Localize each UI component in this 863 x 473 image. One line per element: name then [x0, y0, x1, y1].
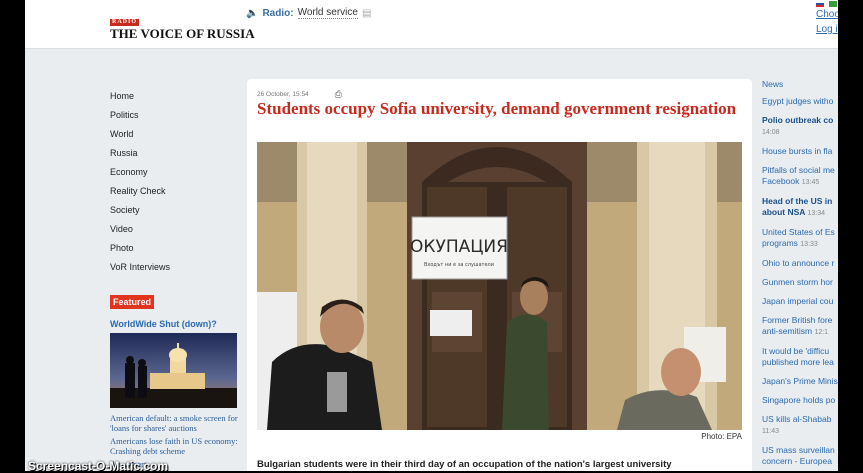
news-item-title: Former British fore [762, 315, 833, 325]
news-item-title-cont: Facebook 13:45 [762, 176, 838, 188]
occupation-sign-subtext: Входът ни е за слушатели [424, 262, 494, 268]
featured-badge: Featured [110, 295, 155, 309]
news-item[interactable]: Head of the US in about NSA 13:34 [762, 196, 838, 219]
language-flags [816, 1, 838, 7]
news-item[interactable]: Gunmen storm hor [762, 277, 838, 288]
logo-title: THE VOICE OF RUSSIA [110, 26, 255, 41]
featured-title-link[interactable]: WorldWide Shut (down)? [110, 319, 217, 329]
news-item-title-cont: programs 13:33 [762, 238, 838, 250]
nav-item-society[interactable]: Society [110, 205, 170, 224]
browser-viewport: RADIO THE VOICE OF RUSSIA 🔈 Radio: World… [25, 0, 838, 471]
news-header[interactable]: News [762, 79, 838, 90]
news-item-title-cont: concern - Europea [762, 456, 838, 467]
news-item-title: US mass surveillan [762, 445, 835, 455]
article-panel: 26 October, 15:54 ⎙ Students occupy Sofi… [247, 79, 752, 471]
news-item[interactable]: US mass surveillan concern - Europea [762, 445, 838, 467]
article-photo: ОКУПАЦИЯ Входът ни е за слушатели [257, 142, 742, 430]
featured-link[interactable]: American default: a smoke screen for 'lo… [110, 413, 240, 433]
news-item-title: It would be 'difficu [762, 346, 830, 356]
news-item-title: Singapore holds po [762, 395, 836, 405]
news-item-title: Ohio to announce r [762, 258, 835, 268]
news-item-title: House bursts in fla [762, 146, 833, 156]
news-item-title-line2: about NSA [762, 207, 806, 217]
news-item[interactable]: House bursts in fla [762, 146, 838, 157]
news-sidebar: News Egypt judges witho Polio outbreak co… [762, 79, 838, 471]
news-item-title-cont: about NSA 13:34 [762, 207, 838, 219]
news-item-title-line2: programs [762, 238, 798, 248]
news-item-title: Egypt judges witho [762, 96, 834, 106]
logo-radio-tag: RADIO [110, 19, 140, 26]
nav-item-world[interactable]: World [110, 129, 170, 148]
article-headline: Students occupy Sofia university, demand… [257, 99, 737, 118]
occupation-sign-text: ОКУПАЦИЯ [410, 237, 508, 257]
news-item[interactable]: Japan imperial cou [762, 296, 838, 307]
radio-label: Radio: [262, 7, 294, 19]
russian-flag-icon[interactable] [816, 1, 824, 7]
news-item-title-line2: published more lea [762, 357, 834, 367]
main-navigation: Home Politics World Russia Economy Reali… [110, 91, 170, 281]
nav-item-economy[interactable]: Economy [110, 167, 170, 186]
news-item-title-line2: concern - Europea [762, 456, 832, 466]
news-item[interactable]: Former British fore anti-semitism 12:1 [762, 315, 838, 338]
nav-item-politics[interactable]: Politics [110, 110, 170, 129]
news-item-title: Head of the US in [762, 196, 833, 206]
article-lede: Bulgarian students were in their third d… [257, 459, 672, 470]
news-item[interactable]: Polio outbreak co 14:08 [762, 115, 838, 138]
news-item-time: 13:33 [800, 241, 818, 248]
news-item[interactable]: US kills al-Shabab 11:43 [762, 414, 838, 437]
news-item-title: Polio outbreak co [762, 115, 834, 125]
news-item[interactable]: Japan's Prime Minis [762, 376, 838, 387]
choose-language-link[interactable]: Choo [816, 9, 838, 20]
green-flag-icon[interactable] [829, 1, 837, 7]
news-item-title: Gunmen storm hor [762, 277, 833, 287]
speaker-icon[interactable]: 🔈 [246, 8, 258, 19]
header-tools: Choo Log i [816, 0, 838, 35]
news-item[interactable]: Egypt judges witho [762, 96, 838, 107]
popup-icon[interactable]: ▤ [362, 8, 371, 19]
capitol-night-image [110, 333, 237, 408]
news-item-time: 13:34 [807, 210, 826, 217]
news-item-time: 13:45 [801, 179, 820, 186]
article-date: 26 October, 15:54 [257, 91, 309, 98]
news-list: Egypt judges witho Polio outbreak co 14:08… [762, 96, 838, 467]
nav-item-reality-check[interactable]: Reality Check [110, 186, 170, 205]
nav-item-photo[interactable]: Photo [110, 243, 170, 262]
site-header: RADIO THE VOICE OF RUSSIA 🔈 Radio: World… [25, 0, 838, 49]
nav-item-home[interactable]: Home [110, 91, 170, 110]
news-item-title-line2: anti-semitism [762, 326, 813, 336]
news-item-time: 11:43 [762, 428, 779, 435]
news-item[interactable]: United States of Es programs 13:33 [762, 227, 838, 250]
news-item-time: 14:08 [762, 129, 780, 136]
news-item-time: 12:1 [814, 329, 829, 336]
news-item-title: Pitfalls of social me [762, 165, 835, 175]
news-item-title: US kills al-Shabab [762, 414, 832, 424]
news-item-title-cont: anti-semitism 12:1 [762, 326, 838, 338]
news-item[interactable]: It would be 'difficu published more lea [762, 346, 838, 368]
photo-caption: Photo: EPA [701, 432, 742, 441]
university-occupation-image: ОКУПАЦИЯ Входът ни е за слушатели [257, 142, 742, 430]
featured-thumbnail[interactable] [110, 333, 237, 408]
news-item-title: Japan's Prime Minis [762, 376, 838, 386]
news-item-title-line2: Facebook [762, 176, 800, 186]
news-item-title: United States of Es [762, 227, 835, 237]
featured-link[interactable]: Americans lose faith in US economy: Cras… [110, 436, 240, 456]
news-item[interactable]: Ohio to announce r [762, 258, 838, 269]
news-item[interactable]: Pitfalls of social me Facebook 13:45 [762, 165, 838, 188]
news-item[interactable]: Singapore holds po [762, 395, 838, 406]
nav-item-russia[interactable]: Russia [110, 148, 170, 167]
login-link[interactable]: Log i [816, 24, 838, 35]
radio-selector[interactable]: 🔈 Radio: World service ▤ [246, 7, 371, 19]
nav-item-video[interactable]: Video [110, 224, 170, 243]
news-item-title: Japan imperial cou [762, 296, 834, 306]
site-logo[interactable]: RADIO THE VOICE OF RUSSIA [110, 10, 255, 40]
nav-item-vor-interviews[interactable]: VoR Interviews [110, 262, 170, 281]
news-item-title-cont: published more lea [762, 357, 838, 368]
radio-service-link[interactable]: World service [297, 7, 358, 19]
